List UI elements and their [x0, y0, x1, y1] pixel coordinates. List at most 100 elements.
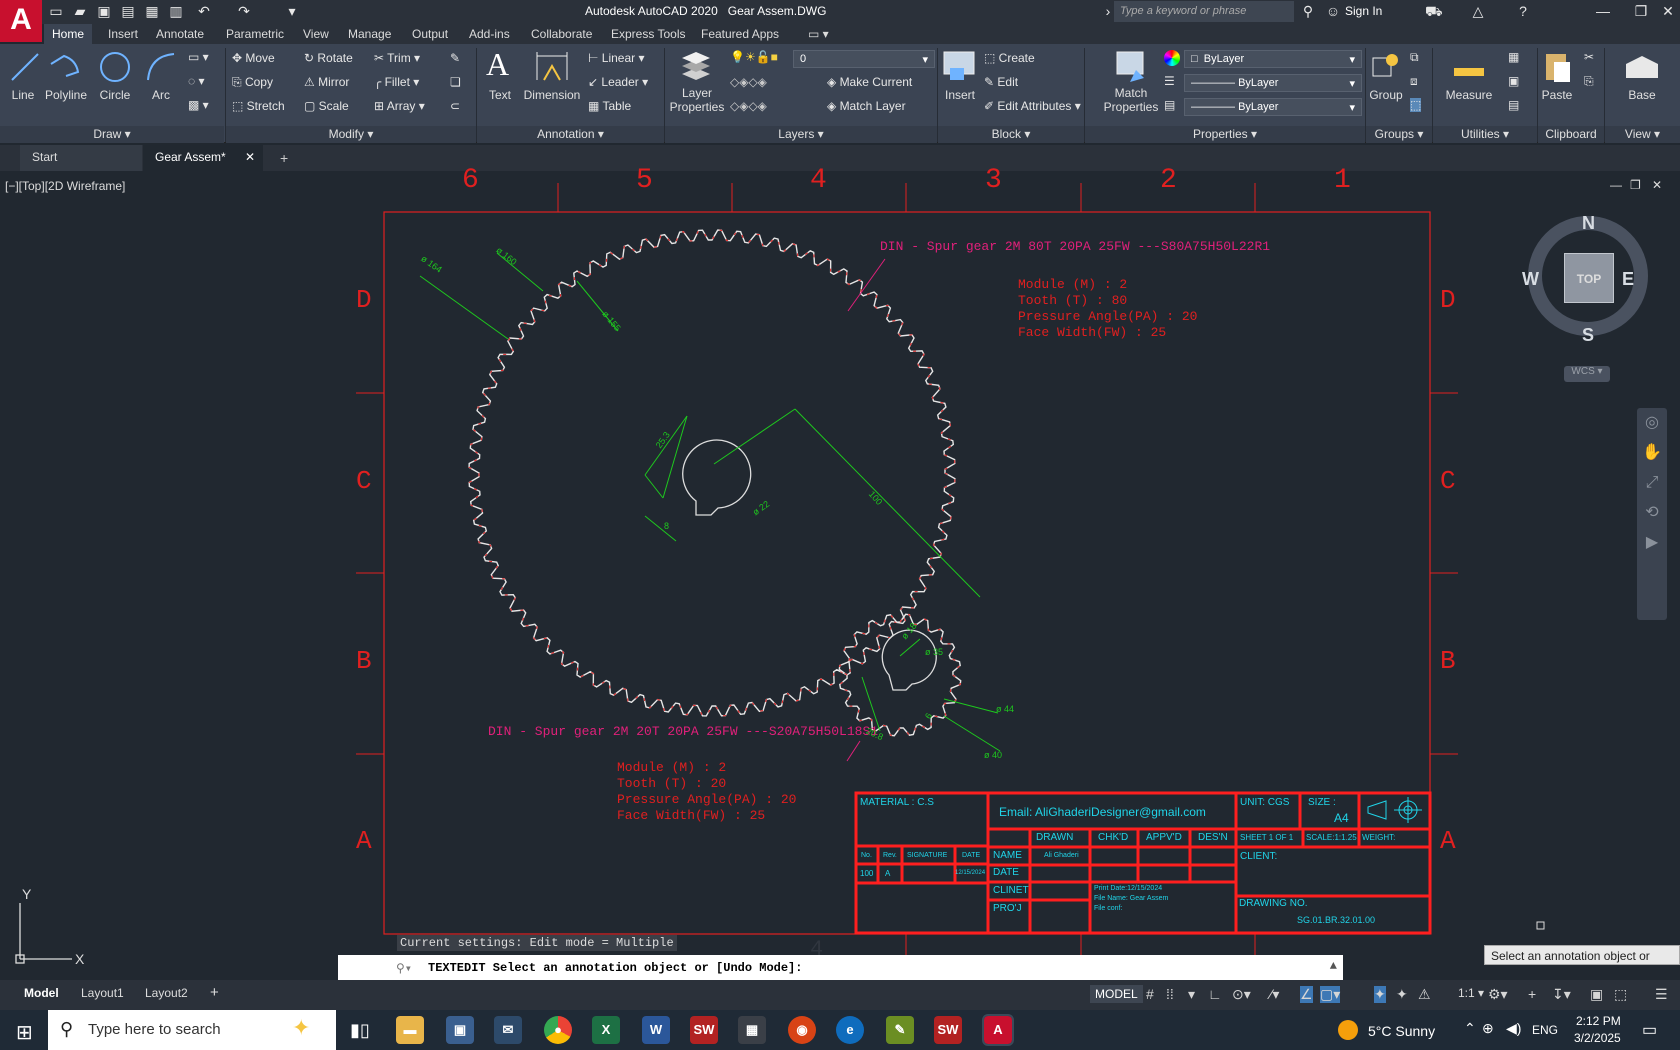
lineweight-dropdown[interactable]: ———— ByLayer ▾	[1184, 98, 1362, 116]
task-view-icon[interactable]: ▮▯	[350, 1020, 370, 1041]
tab-addins[interactable]: Add-ins	[469, 27, 510, 41]
tab-model[interactable]: Model	[24, 986, 59, 1000]
viewcube-west[interactable]: W	[1522, 269, 1539, 290]
customize-menu-icon[interactable]: ☰	[1655, 986, 1668, 1003]
a360-icon[interactable]: △	[1470, 3, 1486, 19]
store-icon[interactable]: ▣	[446, 1016, 474, 1044]
new-tab-plus-icon[interactable]: +	[280, 150, 288, 166]
layer-tools-row-1[interactable]: ◇◈◇◈	[730, 75, 767, 89]
rectangle-icon[interactable]: ▭ ▾	[188, 50, 209, 64]
file-explorer-icon[interactable]: ▬	[396, 1016, 424, 1044]
units-icon[interactable]: ↧▾	[1552, 986, 1571, 1003]
select-all-icon[interactable]: ▣	[1508, 74, 1519, 88]
clipboard-panel-title[interactable]: Clipboard	[1538, 126, 1604, 143]
binoculars-icon[interactable]: ⚲	[1300, 3, 1316, 19]
color-wheel-icon[interactable]	[1164, 50, 1180, 66]
color-dropdown[interactable]: □ ByLayer ▾	[1184, 50, 1362, 68]
modify-panel-title[interactable]: Modify ▾	[226, 126, 476, 143]
layer-dropdown[interactable]: 0 ▾	[793, 50, 935, 68]
taskbar-search-input[interactable]: ⚲ Type here to search ✦	[48, 1010, 336, 1050]
sign-in-button[interactable]: Sign In	[1345, 4, 1382, 18]
ungroup-icon[interactable]: ⧉	[1410, 50, 1419, 65]
view-panel-title[interactable]: View ▾	[1605, 126, 1680, 143]
make-current-button[interactable]: ◈ Make Current	[827, 75, 912, 89]
web-mobile-icon[interactable]: ▦	[144, 3, 160, 19]
tab-output[interactable]: Output	[412, 27, 448, 41]
calculator-icon[interactable]: ▤	[1508, 98, 1519, 112]
scale-button[interactable]: ▢ Scale	[304, 99, 349, 113]
orbit-icon[interactable]: ⟲	[1637, 498, 1667, 528]
language-indicator[interactable]: ENG	[1532, 1023, 1558, 1037]
undo-icon[interactable]: ↶	[196, 3, 212, 19]
tab-featured-apps[interactable]: Featured Apps	[701, 27, 779, 41]
tab-gear-assem[interactable]: Gear Assem* ✕	[143, 145, 263, 171]
group-edit-icon[interactable]: ⧈	[1410, 74, 1418, 89]
auto-scale-icon[interactable]: ✦	[1396, 986, 1408, 1003]
clock-time[interactable]: 2:12 PM	[1576, 1014, 1621, 1028]
layer-tools-row-2[interactable]: ◇◈◇◈	[730, 99, 767, 113]
open-folder-icon[interactable]: ▰	[72, 3, 88, 19]
ortho-icon[interactable]: ∟	[1208, 986, 1222, 1002]
network-icon[interactable]: ⊕	[1482, 1020, 1494, 1037]
trim-button[interactable]: ✂ Trim ▾	[374, 51, 420, 65]
plot-icon[interactable]: ▥	[168, 3, 184, 19]
quick-calc-icon[interactable]: ▦	[1508, 50, 1519, 64]
wcs-menu[interactable]: WCS ▾	[1564, 366, 1610, 382]
text-button[interactable]: Text	[480, 88, 520, 102]
properties-panel-title[interactable]: Properties ▾	[1085, 126, 1365, 143]
tab-layout2[interactable]: Layout2	[145, 986, 188, 1000]
boundary-icon[interactable]: ▩ ▾	[188, 98, 209, 112]
recorder-icon[interactable]: ◉	[788, 1016, 816, 1044]
base-button[interactable]: Base	[1620, 88, 1664, 102]
line-button[interactable]: Line	[4, 88, 42, 102]
circle-button[interactable]: Circle	[96, 88, 134, 102]
snap-icon[interactable]: ⁞⁞	[1166, 986, 1174, 1002]
match-layer-button[interactable]: ◈ Match Layer	[827, 99, 906, 113]
weather-sun-icon[interactable]	[1338, 1020, 1358, 1040]
redo-icon[interactable]: ↷	[236, 3, 252, 19]
tab-collaborate[interactable]: Collaborate	[531, 27, 592, 41]
mirror-button[interactable]: ⚠ Mirror	[304, 75, 349, 89]
viewcube-south[interactable]: S	[1582, 325, 1594, 346]
block-panel-title[interactable]: Block ▾	[938, 126, 1084, 143]
add-layout-icon[interactable]: +	[210, 984, 219, 1001]
hatch-icon[interactable]: ◌ ▾	[188, 74, 205, 88]
dimension-button[interactable]: Dimension	[520, 88, 584, 102]
chrome-icon[interactable]: ●	[544, 1016, 572, 1044]
quick-access-menu-icon[interactable]: ▾	[284, 3, 300, 19]
command-line-input[interactable]: ⚲▾ TEXTEDIT Select an annotation object …	[338, 955, 1343, 981]
showmotion-icon[interactable]: ▶	[1637, 528, 1667, 558]
tab-home[interactable]: Home	[44, 24, 93, 44]
weather-text[interactable]: 5°C Sunny	[1368, 1023, 1435, 1039]
viewport-controls-label[interactable]: [−][Top][2D Wireframe]	[5, 179, 125, 193]
annotation-scale-icon[interactable]: ⚠	[1418, 986, 1431, 1003]
tab-insert[interactable]: Insert	[108, 27, 138, 41]
fillet-button[interactable]: ╭ Fillet ▾	[374, 75, 419, 89]
edit-attributes-button[interactable]: ✐ Edit Attributes ▾	[984, 99, 1081, 113]
layers-panel-title[interactable]: Layers ▾	[665, 126, 937, 143]
grid-icon[interactable]: #	[1146, 986, 1154, 1002]
help-search-input[interactable]: Type a keyword or phrase	[1114, 1, 1294, 22]
save-icon[interactable]: ▣	[96, 3, 112, 19]
snap-menu-icon[interactable]: ▾	[1188, 986, 1195, 1003]
measure-button[interactable]: Measure	[1436, 88, 1502, 102]
annotation-scale-value[interactable]: 1:1 ▾	[1458, 986, 1484, 1000]
cut-icon[interactable]: ✂	[1584, 50, 1594, 64]
viewcube-top-face[interactable]: TOP	[1564, 253, 1614, 303]
stretch-button[interactable]: ⬚ Stretch	[232, 99, 285, 113]
table-button[interactable]: ▦ Table	[588, 99, 631, 113]
explode-icon[interactable]: ❏	[450, 75, 461, 89]
linear-button[interactable]: ⊢ Linear ▾	[588, 51, 645, 65]
leader-button[interactable]: ↙ Leader ▾	[588, 75, 648, 89]
arc-button[interactable]: Arc	[142, 88, 180, 102]
solidworks-2-icon[interactable]: SW	[934, 1016, 962, 1044]
polar-icon[interactable]: ⊙▾	[1232, 986, 1251, 1003]
annotation-panel-title[interactable]: Annotation ▾	[477, 126, 664, 143]
paint-icon[interactable]: ✎	[886, 1016, 914, 1044]
erase-icon[interactable]: ✎	[450, 51, 460, 65]
layer-properties-button[interactable]: Layer Properties	[666, 86, 728, 114]
volume-icon[interactable]: ◀)	[1506, 1020, 1521, 1037]
match-properties-button[interactable]: Match Properties	[1098, 86, 1164, 114]
edit-block-button[interactable]: ✎ Edit	[984, 75, 1018, 89]
tab-start[interactable]: Start	[20, 145, 142, 171]
